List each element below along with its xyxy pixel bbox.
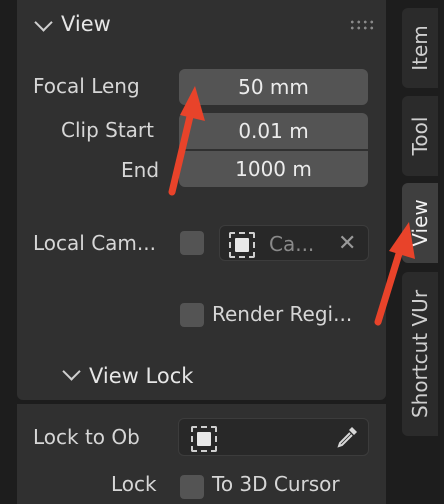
tab-tool-label: Tool [408, 116, 432, 156]
to-3d-cursor-label[interactable]: To 3D Cursor [212, 472, 340, 496]
focal-length-field[interactable]: 50 mm [179, 69, 368, 105]
lock-to-object-field[interactable] [178, 418, 369, 456]
tab-shortcut-vur-label: Shortcut VUr [408, 289, 432, 419]
tab-item[interactable]: Item [402, 8, 438, 88]
render-region-label[interactable]: Render Regi... [212, 302, 352, 326]
local-camera-label: Local Cam... [33, 231, 156, 255]
tab-shortcut-vur[interactable]: Shortcut VUr [402, 272, 438, 436]
object-icon [191, 426, 217, 452]
lock-label: Lock [111, 472, 157, 496]
clip-end-field[interactable]: 1000 m [179, 151, 368, 187]
tab-view-label: View [408, 199, 432, 247]
local-camera-placeholder: Ca... [269, 232, 315, 256]
local-camera-checkbox[interactable] [180, 231, 204, 255]
eyedropper-icon[interactable] [334, 424, 360, 450]
clip-start-field[interactable]: 0.01 m [179, 113, 368, 149]
view-lock-title: View Lock [89, 364, 194, 388]
lock-to-object-label: Lock to Ob [33, 425, 140, 449]
view-panel-title: View [61, 12, 111, 36]
close-icon[interactable]: ✕ [338, 233, 356, 255]
render-region-checkbox[interactable] [180, 303, 204, 327]
to-3d-cursor-checkbox[interactable] [180, 475, 204, 499]
tab-tool[interactable]: Tool [402, 96, 438, 176]
clip-end-label: End [121, 158, 160, 182]
focal-length-label: Focal Leng [33, 74, 140, 98]
camera-object-icon [229, 232, 255, 258]
tab-item-label: Item [408, 25, 432, 71]
drag-handle-icon[interactable] [349, 19, 375, 31]
view-panel [17, 0, 386, 400]
clip-start-label: Clip Start [61, 118, 154, 142]
tab-view[interactable]: View [402, 183, 438, 263]
local-camera-object-field[interactable]: Ca... ✕ [219, 225, 369, 261]
